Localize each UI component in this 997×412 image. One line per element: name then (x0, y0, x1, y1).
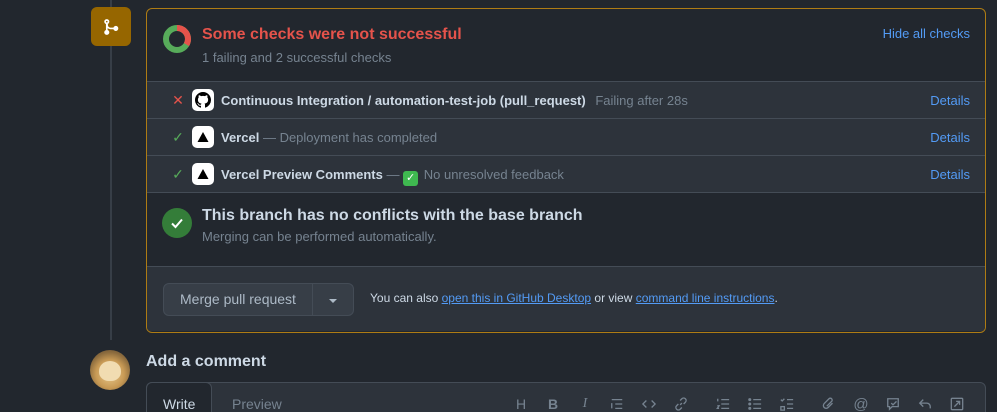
bold-icon[interactable]: B (537, 394, 569, 412)
check-text: Vercel Preview Comments — ✓ No unresolve… (221, 167, 564, 186)
vercel-icon[interactable] (192, 163, 214, 185)
italic-icon[interactable]: I (569, 394, 601, 412)
checks-status-title: Some checks were not successful (202, 26, 462, 43)
check-circle-icon (162, 208, 192, 238)
comment-editor: Write Preview H B I @ (146, 382, 986, 412)
reply-icon[interactable] (909, 394, 941, 412)
merge-footer-text: You can also open this in GitHub Desktop… (370, 291, 778, 305)
ordered-list-icon[interactable] (707, 394, 739, 412)
task-list-icon[interactable] (771, 394, 803, 412)
fullscreen-icon[interactable] (941, 394, 973, 412)
hide-all-checks-link[interactable]: Hide all checks (883, 26, 970, 41)
git-merge-icon (91, 7, 131, 46)
add-comment-heading: Add a comment (146, 353, 267, 370)
checks-donut-icon (163, 25, 191, 53)
check-details-link[interactable]: Details (930, 130, 970, 145)
checks-status-subtitle: 1 failing and 2 successful checks (202, 50, 392, 65)
check-name: Continuous Integration / automation-test… (221, 93, 586, 108)
check-description-prefix: — (386, 167, 400, 182)
white-check-mark-emoji-icon: ✓ (403, 171, 419, 186)
x-icon: ✕ (172, 92, 184, 108)
mention-icon[interactable]: @ (845, 394, 877, 412)
github-desktop-link[interactable]: open this in GitHub Desktop (442, 291, 591, 305)
checks-status-header: Some checks were not successful 1 failin… (147, 9, 985, 82)
check-row: ✕ Continuous Integration / automation-te… (147, 82, 985, 119)
github-icon[interactable] (192, 89, 214, 111)
footer-prefix: You can also (370, 291, 439, 305)
heading-icon[interactable]: H (505, 394, 537, 412)
merge-footer: Merge pull request You can also open thi… (147, 267, 985, 331)
check-text: Vercel — Deployment has completed (221, 130, 437, 145)
branch-status-title: This branch has no conflicts with the ba… (202, 207, 583, 224)
check-description: No unresolved feedback (423, 167, 564, 182)
check-description: — Deployment has completed (262, 130, 438, 145)
check-row: ✓ Vercel — Deployment has completed Deta… (147, 119, 985, 156)
branch-status-subtitle: Merging can be performed automatically. (202, 229, 437, 244)
command-line-instructions-link[interactable]: command line instructions (636, 291, 775, 305)
merge-button-group: Merge pull request (163, 283, 354, 316)
merge-pull-request-button[interactable]: Merge pull request (164, 284, 313, 315)
markdown-toolbar: H B I @ (505, 394, 973, 412)
check-description: Failing after 28s (595, 93, 688, 108)
reference-icon[interactable] (877, 394, 909, 412)
check-details-link[interactable]: Details (930, 167, 970, 182)
check-icon: ✓ (172, 129, 184, 145)
link-icon[interactable] (665, 394, 697, 412)
check-row: ✓ Vercel Preview Comments — ✓ No unresol… (147, 156, 985, 193)
merge-method-dropdown[interactable] (313, 284, 353, 315)
footer-middle: or view (594, 291, 633, 305)
check-details-link[interactable]: Details (930, 93, 970, 108)
tab-preview[interactable]: Preview (216, 392, 298, 412)
unordered-list-icon[interactable] (739, 394, 771, 412)
code-icon[interactable] (633, 394, 665, 412)
checks-list: ✕ Continuous Integration / automation-te… (147, 82, 985, 193)
merge-box: Some checks were not successful 1 failin… (146, 8, 986, 333)
quote-icon[interactable] (601, 394, 633, 412)
check-name: Vercel Preview Comments (221, 167, 383, 182)
branch-status: This branch has no conflicts with the ba… (147, 193, 985, 267)
timeline-line (110, 0, 112, 340)
avatar[interactable] (90, 350, 130, 390)
attach-icon[interactable] (813, 394, 845, 412)
tab-write[interactable]: Write (146, 382, 213, 412)
check-name: Vercel (221, 130, 260, 145)
triangle-down-icon (328, 291, 338, 309)
avatar-face (99, 361, 121, 381)
check-text: Continuous Integration / automation-test… (221, 93, 688, 108)
footer-suffix: . (774, 291, 778, 305)
vercel-icon[interactable] (192, 126, 214, 148)
check-icon: ✓ (172, 166, 184, 182)
